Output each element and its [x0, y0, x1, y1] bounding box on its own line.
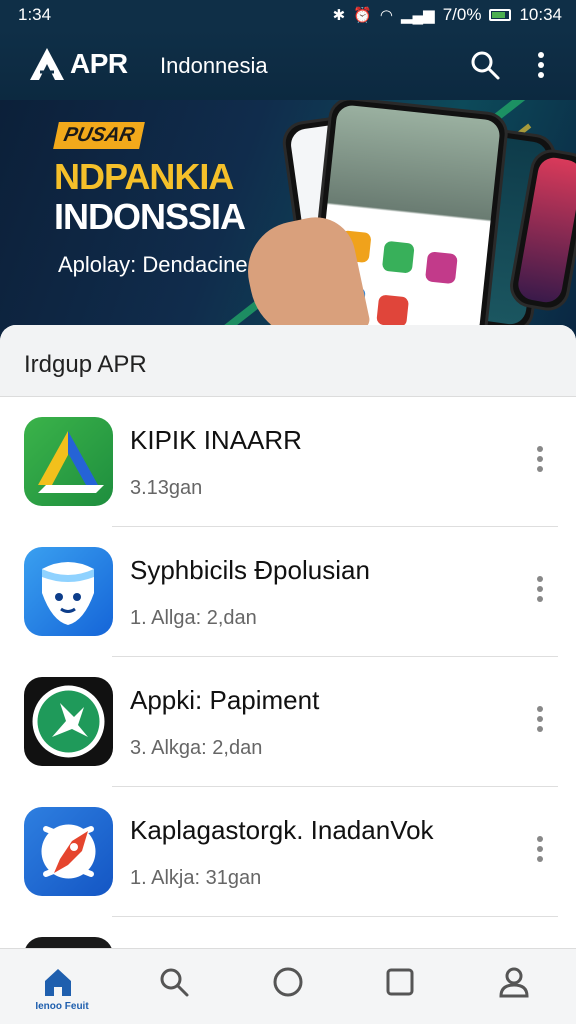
list-item[interactable]: Appki: Papiment 3. Alkga: 2,dan: [0, 657, 576, 787]
nav-home-label: Ienoo Feuit: [35, 1001, 89, 1012]
search-button[interactable]: [468, 48, 502, 82]
app-list-sheet: Irdgup APR KIPIK INAARR 3.13gan Syphbici…: [0, 325, 576, 965]
status-bar: 1:34 ✱ ⏰ ◠ ▂▄▆ 7/0% 10:34: [0, 0, 576, 30]
square-icon: [386, 968, 414, 996]
rocket-icon: [24, 807, 113, 896]
logo-mark-icon: [30, 48, 64, 80]
overflow-menu-button[interactable]: [526, 48, 556, 82]
status-icons: ✱ ⏰ ◠ ▂▄▆ 7/0% 10:34: [333, 5, 562, 25]
profile-icon: [499, 967, 529, 998]
nav-circle[interactable]: [258, 963, 318, 1019]
banner-tag: PUSAR: [53, 122, 145, 149]
home-icon: [45, 969, 71, 996]
app-bar: APR Indonnesia: [0, 30, 576, 100]
battery-icon: [489, 9, 512, 21]
list-item[interactable]: KIPIK INAARR 3.13gan: [0, 397, 576, 527]
wifi-icon: ◠: [379, 7, 393, 24]
banner-subtitle: Aplolay: Dendacine: [58, 252, 248, 277]
search-icon: [471, 51, 500, 80]
app-name: Kaplagastorgk. InadanVok: [130, 815, 434, 845]
more-vert-icon: [537, 706, 543, 732]
item-menu-button[interactable]: [526, 829, 554, 869]
region-label[interactable]: Indonnesia: [160, 53, 268, 79]
app-meta: 1. Allga: 2,dan: [130, 607, 257, 629]
app-name: KIPIK INAARR: [130, 425, 302, 455]
status-clock: 10:34: [519, 5, 562, 24]
more-vert-icon: [537, 446, 543, 472]
banner-title-line2: INDONSSIA: [54, 196, 246, 237]
bluetooth-icon: ✱: [332, 7, 346, 24]
promo-banner[interactable]: PUSAR NDPANKIA INDONSSIA Aplolay: Dendac…: [0, 100, 576, 340]
banner-title-line1: NDPANKIA: [54, 156, 234, 197]
section-title: Irdgup APR: [24, 351, 147, 378]
signal-icon: ▂▄▆: [401, 7, 435, 24]
app-meta: 3.13gan: [130, 477, 203, 499]
banner-app-tile: [381, 240, 415, 274]
app-name: Syphbicils Đpolusian: [130, 555, 370, 585]
status-time: 1:34: [18, 5, 52, 24]
drive-triangle-icon: [24, 417, 113, 506]
search-icon: [160, 968, 189, 997]
banner-app-tile: [376, 294, 410, 328]
green-star-icon: [24, 677, 113, 766]
list-item[interactable]: Kaplagastorgk. InadanVok 1. Alkja: 31gan: [0, 787, 576, 917]
bottom-navigation: Ienoo Feuit: [0, 948, 576, 1024]
circle-icon: [273, 967, 303, 997]
nav-home[interactable]: Ienoo Feuit: [28, 963, 89, 1019]
app-logo[interactable]: APR: [28, 46, 128, 82]
nav-search[interactable]: [144, 963, 204, 1019]
shield-face-icon: [24, 547, 113, 636]
app-meta: 3. Alkga: 2,dan: [130, 737, 263, 759]
item-menu-button[interactable]: [526, 569, 554, 609]
battery-percent: 7/0%: [442, 5, 482, 24]
more-vert-icon: [537, 576, 543, 602]
alarm-icon: ⏰: [353, 7, 372, 24]
item-menu-button[interactable]: [526, 439, 554, 479]
more-vert-icon: [537, 836, 543, 862]
list-item[interactable]: Syphbicils Đpolusian 1. Allga: 2,dan: [0, 527, 576, 657]
nav-square[interactable]: [370, 963, 430, 1019]
app-meta: 1. Alkja: 31gan: [130, 867, 262, 889]
section-header: Irdgup APR: [0, 325, 576, 397]
banner-app-tile: [424, 251, 458, 285]
logo-text: APR: [70, 48, 128, 79]
item-menu-button[interactable]: [526, 699, 554, 739]
nav-profile[interactable]: [484, 963, 544, 1019]
more-vert-icon: [538, 52, 544, 78]
app-name: Appki: Papiment: [130, 685, 320, 715]
